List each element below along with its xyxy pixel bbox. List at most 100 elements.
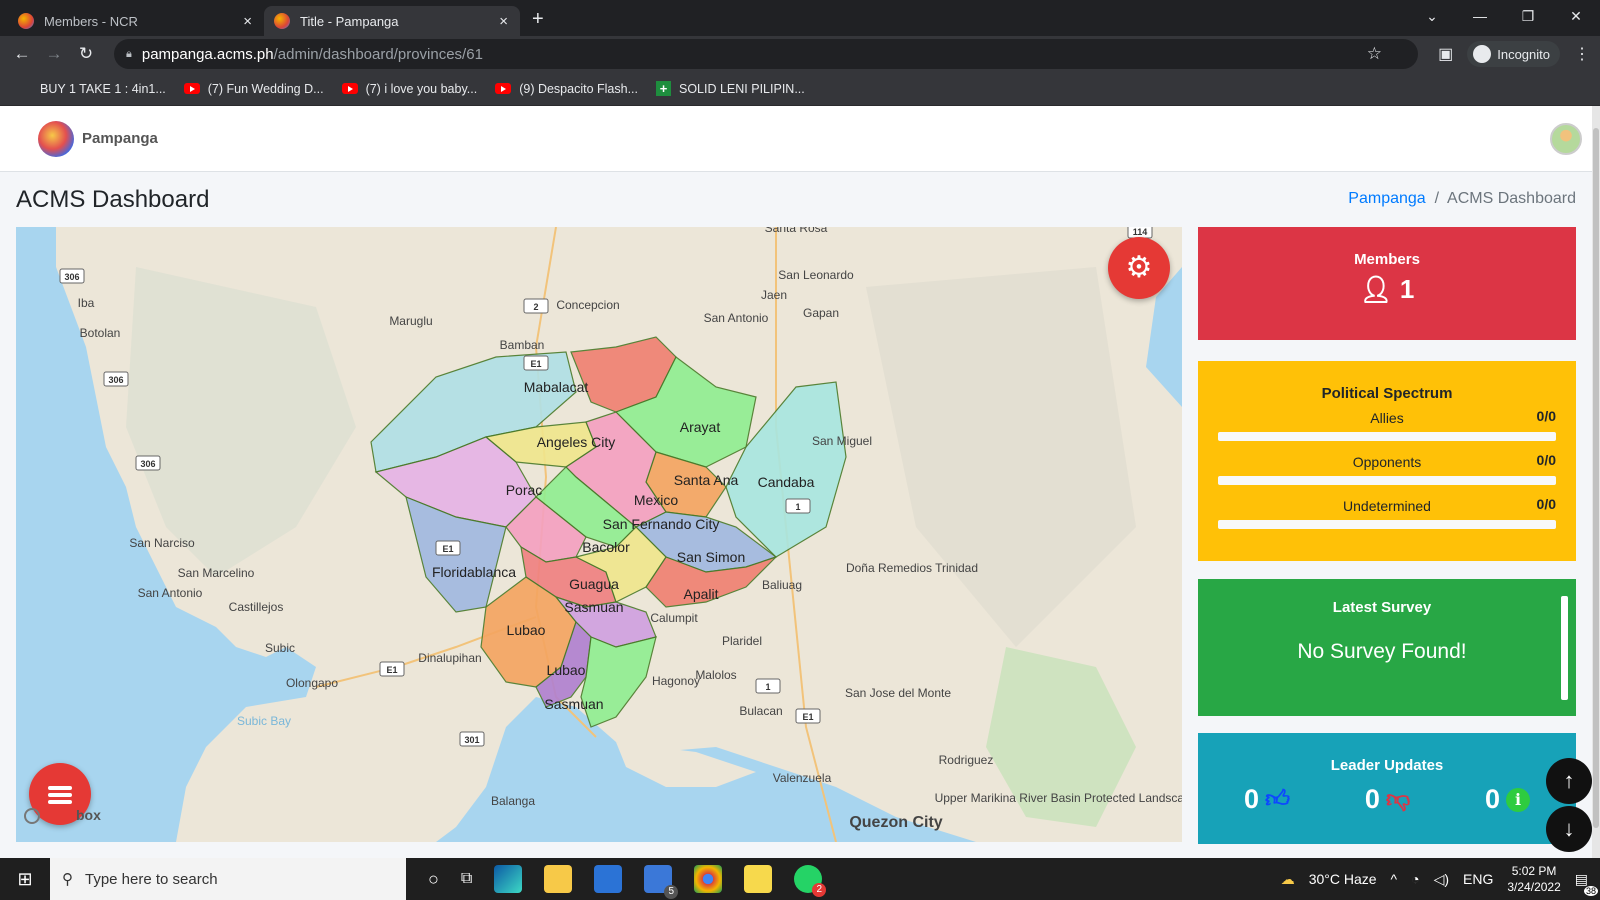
close-tab-icon[interactable]: ×: [499, 13, 508, 30]
close-window-icon[interactable]: ✕: [1552, 0, 1600, 32]
province-label[interactable]: Bacolor: [582, 539, 630, 555]
province-label[interactable]: San Simon: [677, 549, 745, 565]
place-label: Rodriguez: [939, 753, 994, 767]
breadcrumb-link-pampanga[interactable]: Pampanga: [1348, 190, 1425, 207]
survey-scrollbar[interactable]: [1561, 596, 1568, 700]
volume-icon[interactable]: ◁): [1434, 871, 1449, 888]
weather-icon[interactable]: ☁: [1281, 871, 1295, 888]
leader-stat-info[interactable]: 0i: [1485, 784, 1530, 815]
province-label[interactable]: Sasmuan: [564, 599, 623, 615]
user-avatar[interactable]: [1550, 123, 1582, 155]
close-tab-icon[interactable]: ×: [243, 13, 252, 30]
place-label: Malolos: [695, 668, 736, 682]
road-shield: 306: [59, 268, 85, 284]
province-map[interactable]: Mabalacat Angeles City Arayat Porac Santa An…: [16, 227, 1182, 842]
road-shield: E1: [795, 708, 821, 724]
province-label[interactable]: Lubao: [507, 622, 546, 638]
blank-page-icon: [18, 82, 32, 96]
svg-text:E1: E1: [386, 665, 397, 675]
province-label[interactable]: Candaba: [758, 474, 815, 490]
bookmark-item[interactable]: (9) Despacito Flash...: [495, 82, 638, 96]
bookmark-item[interactable]: + SOLID LENI PILIPIN...: [656, 81, 805, 96]
task-view-icon[interactable]: ⧉: [461, 870, 472, 888]
province-label[interactable]: Apalit: [683, 586, 718, 602]
spectrum-row-allies: Allies 0/0: [1198, 402, 1576, 446]
new-tab-button[interactable]: +: [532, 8, 544, 31]
file-explorer-icon[interactable]: [544, 865, 573, 893]
edge-icon[interactable]: [494, 865, 523, 893]
store-icon[interactable]: [594, 865, 623, 893]
province-label[interactable]: San Fernando City: [603, 516, 720, 532]
spectrum-rows: Allies 0/0 Opponents 0/0 Undetermined 0/0: [1198, 402, 1576, 534]
taskbar-search-input[interactable]: ⚲ Type here to search: [50, 858, 406, 900]
map-settings-gear-icon[interactable]: ⚙: [1108, 237, 1170, 299]
minimize-icon[interactable]: —: [1456, 0, 1504, 32]
bookmark-item[interactable]: (7) Fun Wedding D...: [183, 82, 324, 96]
members-card[interactable]: Members 👤︎ 1: [1198, 227, 1576, 340]
spectrum-label: Opponents: [1352, 454, 1422, 470]
forward-icon[interactable]: →: [38, 44, 70, 64]
incognito-badge[interactable]: Incognito: [1467, 41, 1560, 67]
road-shield: 301: [459, 731, 485, 747]
survey-title: Latest Survey: [1332, 599, 1432, 616]
tray-chevron-icon[interactable]: ^: [1391, 871, 1398, 887]
province-label[interactable]: Arayat: [680, 419, 721, 435]
side-panel-icon[interactable]: ▣: [1438, 44, 1453, 64]
province-label[interactable]: Porac: [506, 482, 543, 498]
province-label[interactable]: Mexico: [634, 492, 679, 508]
tab-members-ncr[interactable]: Members - NCR ×: [8, 6, 264, 36]
svg-text:E1: E1: [530, 359, 541, 369]
province-label[interactable]: Guagua: [569, 576, 619, 592]
whatsapp-icon[interactable]: 2: [794, 865, 827, 897]
back-icon[interactable]: ←: [6, 44, 38, 64]
reload-icon[interactable]: ↻: [70, 44, 102, 64]
mail-icon[interactable]: 5: [644, 865, 679, 899]
sticky-notes-icon[interactable]: [744, 865, 773, 893]
brand-logo[interactable]: [38, 120, 74, 157]
bookmark-star-icon[interactable]: ☆: [1367, 44, 1382, 64]
place-label: Bulacan: [739, 704, 782, 718]
cortana-icon[interactable]: ○: [428, 869, 439, 890]
road-shield: E1: [523, 355, 549, 371]
place-label: Maruglu: [389, 314, 432, 328]
scroll-up-button[interactable]: ↑: [1546, 758, 1592, 804]
scroll-down-button[interactable]: ↓: [1546, 806, 1592, 852]
wifi-icon[interactable]: ◔: [1411, 871, 1419, 887]
page-scrollbar[interactable]: [1592, 106, 1600, 858]
tab-search-icon[interactable]: ⌄: [1408, 0, 1456, 32]
kebab-menu-icon[interactable]: ⋮: [1574, 44, 1590, 64]
province-label[interactable]: Angeles City: [537, 434, 616, 450]
latest-survey-card: Latest Survey No Survey Found!: [1198, 579, 1576, 716]
leader-stat-down[interactable]: 0 👎︎: [1365, 784, 1410, 815]
province-label[interactable]: Santa Ana: [674, 472, 739, 488]
bookmark-item[interactable]: (7) i love you baby...: [341, 82, 477, 96]
province-label[interactable]: Mabalacat: [524, 379, 589, 395]
leader-stat-up[interactable]: 0 👍︎: [1244, 784, 1290, 815]
restore-icon[interactable]: ❐: [1504, 0, 1552, 32]
bookmark-item[interactable]: BUY 1 TAKE 1 : 4in1...: [18, 82, 166, 96]
spectrum-row-opponents: Opponents 0/0: [1198, 446, 1576, 490]
incognito-label: Incognito: [1497, 46, 1550, 62]
province-label[interactable]: Sasmuan: [544, 696, 603, 712]
spectrum-value: 0/0: [1536, 408, 1556, 424]
top-navbar: Pampanga: [0, 106, 1600, 172]
language-indicator[interactable]: ENG: [1463, 871, 1493, 887]
taskbar-clock[interactable]: 5:02 PM 3/24/2022: [1507, 863, 1560, 895]
road-shield: 1: [785, 498, 811, 514]
mapbox-attribution[interactable]: box: [24, 807, 101, 825]
page-title: ACMS Dashboard: [16, 186, 210, 213]
place-label: Balanga: [491, 794, 535, 808]
chrome-icon[interactable]: [694, 865, 723, 893]
weather-text[interactable]: 30°C Haze: [1309, 871, 1377, 887]
url-field[interactable]: 🔒︎ pampanga.acms.ph/admin/dashboard/prov…: [114, 39, 1418, 69]
notification-center-icon[interactable]: ▤ 38: [1575, 871, 1598, 896]
map-canvas[interactable]: Mabalacat Angeles City Arayat Porac Santa An…: [16, 227, 1182, 842]
province-label[interactable]: Lubao: [547, 662, 586, 678]
road-shield: 306: [103, 371, 129, 387]
province-label[interactable]: Floridablanca: [432, 564, 516, 580]
tab-title-pampanga[interactable]: Title - Pampanga ×: [264, 6, 520, 36]
scrollbar-thumb[interactable]: [1593, 128, 1599, 828]
place-label: Iba: [78, 296, 95, 310]
windows-start-icon[interactable]: ⊞: [0, 869, 50, 890]
brand-name[interactable]: Pampanga: [82, 130, 158, 147]
